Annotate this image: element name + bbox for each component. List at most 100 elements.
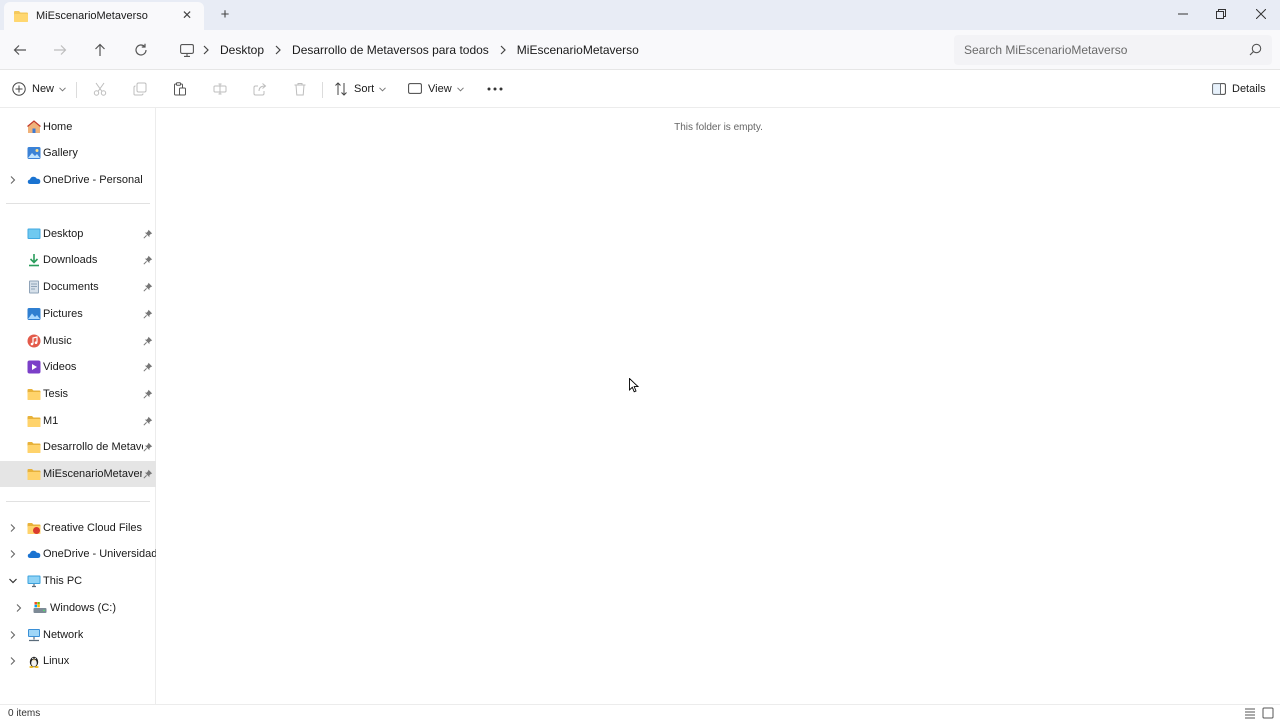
restore-icon [1216,9,1226,19]
forward-button[interactable] [48,38,72,62]
pin-icon[interactable] [143,469,153,479]
chevron-right-icon[interactable] [8,630,18,640]
sidebar-item-windows-c[interactable]: Windows (C:) [0,595,156,621]
back-button[interactable] [8,38,32,62]
sidebar-item-label: Music [43,335,72,347]
details-button[interactable]: Details [1212,78,1266,100]
sidebar-item-label: M1 [43,415,59,427]
tab-active[interactable]: MiEscenarioMetaverso ✕ [4,2,204,30]
arrow-up-icon [95,43,105,56]
pin-icon[interactable] [143,255,153,265]
sidebar-item-tesis[interactable]: Tesis [0,381,156,407]
large-icons-view-icon[interactable] [1262,707,1274,719]
chevron-right-icon[interactable] [14,603,24,613]
sidebar-item-desktop[interactable]: Desktop [0,221,156,247]
up-button[interactable] [88,38,112,62]
sidebar-item-linux[interactable]: Linux [0,648,156,674]
chevron-right-icon[interactable] [8,656,18,666]
chevron-right-icon[interactable] [8,549,18,559]
pin-icon[interactable] [143,362,153,372]
chevron-down-icon[interactable] [8,576,18,586]
rename-button[interactable] [211,80,229,98]
sidebar-item-home[interactable]: Home [0,114,156,140]
divider [6,501,150,502]
pin-icon[interactable] [143,336,153,346]
share-icon [253,83,267,96]
details-view-icon[interactable] [1244,707,1256,719]
search-input[interactable] [964,43,1244,57]
close-window-button[interactable] [1238,0,1280,28]
details-pane-icon [1212,83,1226,95]
this-pc-icon [27,575,41,588]
file-list[interactable]: This folder is empty. [157,108,1280,704]
more-options-button[interactable] [486,80,504,98]
onedrive-icon [27,550,41,558]
scissors-icon [93,82,107,96]
trash-icon [294,83,306,96]
sidebar-item-m1[interactable]: M1 [0,408,156,434]
chevron-down-icon [379,86,387,92]
breadcrumb-item[interactable]: Desarrollo de Metaversos para todos [286,43,495,57]
sidebar-item-label: Pictures [43,308,83,320]
sort-label: Sort [354,83,375,95]
details-label: Details [1232,83,1266,95]
pin-icon[interactable] [143,389,153,399]
search-icon[interactable] [1249,43,1262,56]
breadcrumb-item[interactable]: Desktop [214,43,270,57]
sidebar-item-music[interactable]: Music [0,328,156,354]
new-button[interactable]: New [12,78,66,100]
pin-icon[interactable] [143,229,153,239]
pin-icon[interactable] [143,309,153,319]
refresh-button[interactable] [129,38,153,62]
chevron-right-icon[interactable] [8,523,18,533]
paste-button[interactable] [171,80,189,98]
sidebar-item-label: Windows (C:) [50,602,117,614]
chevron-right-icon[interactable] [8,175,18,185]
search-box[interactable] [954,35,1272,65]
sidebar-item-desarrollo[interactable]: Desarrollo de Metaver [0,434,156,460]
sidebar-item-this-pc[interactable]: This PC [0,568,156,594]
sidebar-item-label: Linux [43,655,70,667]
divider [76,82,77,98]
sidebar-item-miescenariometaverso[interactable]: MiEscenarioMetaverso [0,461,156,487]
sidebar-item-videos[interactable]: Videos [0,354,156,380]
music-icon [27,334,41,348]
sort-button[interactable]: Sort [334,78,387,100]
view-button[interactable]: View [408,78,464,100]
monitor-icon [180,43,194,57]
sidebar-item-gallery[interactable]: Gallery [0,140,156,166]
chevron-right-icon [495,45,511,55]
sidebar-item-creative-cloud[interactable]: Creative Cloud Files [0,515,156,541]
sidebar-item-label: Gallery [43,147,78,159]
chevron-right-icon [270,45,286,55]
minimize-icon [1178,13,1188,15]
breadcrumb-item[interactable]: MiEscenarioMetaverso [511,43,645,57]
sidebar-item-onedrive-personal[interactable]: OneDrive - Personal [0,167,156,193]
sidebar-item-pictures[interactable]: Pictures [0,301,156,327]
folder-icon [27,416,41,427]
delete-button[interactable] [291,80,309,98]
folder-icon [27,442,41,453]
cut-button[interactable] [91,80,109,98]
navigation-pane: Home Gallery OneDrive - Personal Desktop… [0,108,156,704]
pin-icon[interactable] [143,442,153,452]
close-tab-button[interactable]: ✕ [180,8,194,22]
sidebar-item-label: OneDrive - Personal [43,174,143,186]
sidebar-item-label: Downloads [43,254,98,266]
sidebar-item-documents[interactable]: Documents [0,274,156,300]
sidebar-item-network[interactable]: Network [0,622,156,648]
address-bar: Desktop Desarrollo de Metaversos para to… [0,30,1280,70]
pin-icon[interactable] [143,416,153,426]
sidebar-item-label: Tesis [43,388,69,400]
pin-icon[interactable] [143,282,153,292]
new-tab-button[interactable]: + [216,6,234,24]
this-pc-crumb[interactable] [176,43,198,57]
sidebar-item-downloads[interactable]: Downloads [0,247,156,273]
copy-button[interactable] [131,80,149,98]
drive-icon [33,602,47,613]
sidebar-item-onedrive-universidad[interactable]: OneDrive - Universidad d [0,541,156,567]
desktop-folder-icon [27,228,41,239]
folder-icon [14,11,28,22]
sidebar-item-label: Creative Cloud Files [43,522,143,534]
share-button[interactable] [251,80,269,98]
